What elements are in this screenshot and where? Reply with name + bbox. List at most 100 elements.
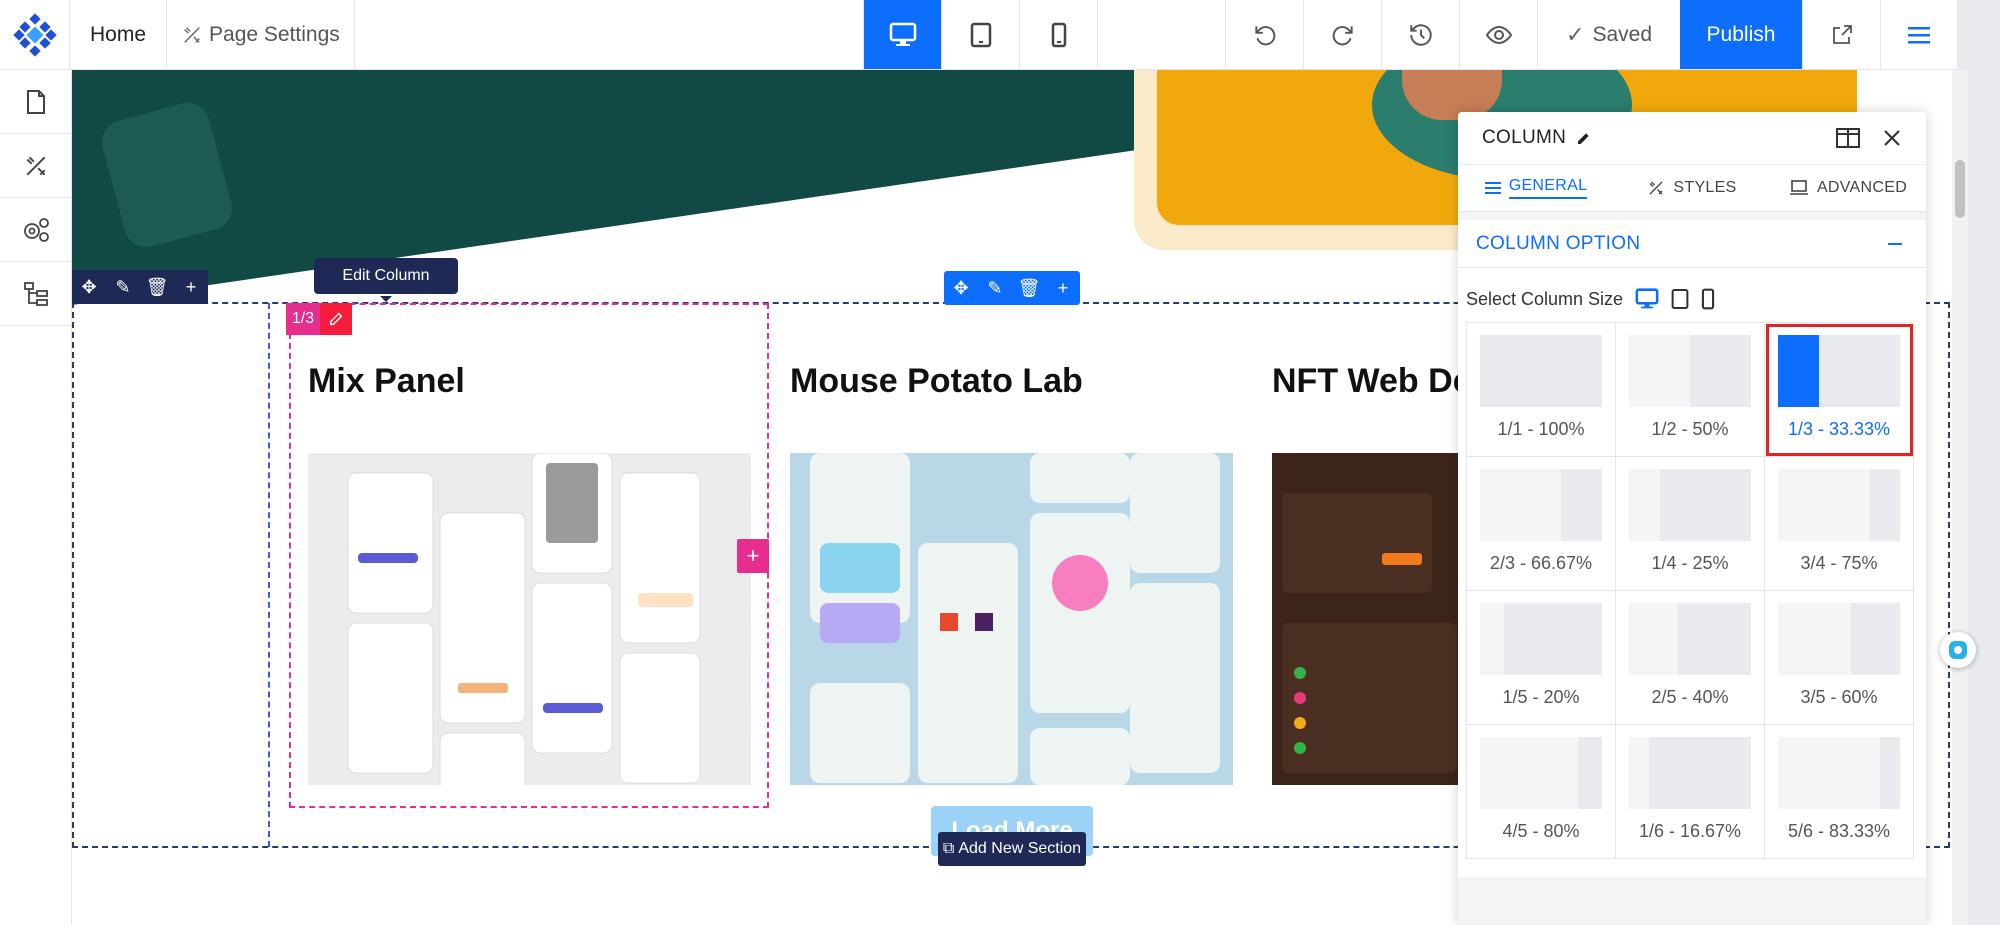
column-option-header[interactable]: COLUMN OPTION [1458,220,1926,268]
column-size-option[interactable]: 2/5 - 40% [1616,591,1765,725]
move-icon[interactable]: ✥ [944,271,978,305]
column-size-label: 1/4 - 25% [1651,553,1729,573]
delete-icon[interactable]: 🗑 [1012,271,1046,305]
delete-icon[interactable]: 🗑 [140,270,174,304]
tablet-icon [970,22,991,47]
column-option-content: Select Column Size 1/1 - 100% 1/2 - 50% 1/… [1458,268,1926,877]
pencil-icon[interactable] [1576,130,1592,146]
scrollbar-thumb[interactable] [1955,160,1965,218]
column-size-option[interactable]: 1/4 - 25% [1616,457,1765,591]
dock-layout-icon[interactable] [1836,128,1860,148]
column-size-fill [1629,737,1650,809]
tab-styles[interactable]: STYLES [1614,165,1770,211]
page-settings-button[interactable]: Page Settings [167,0,355,69]
row-toolbar: ✥ ✎ 🗑 + [944,271,1080,305]
column-size-preview [1778,737,1900,809]
column-size-fill [1629,603,1678,675]
column-size-option[interactable]: 5/6 - 83.33% [1765,725,1914,859]
move-icon[interactable]: ✥ [72,270,106,304]
column-size-fill [1480,603,1505,675]
sidebar-item-design[interactable] [0,134,71,198]
menu-button[interactable] [1880,0,1958,69]
preview-button[interactable] [1459,0,1537,69]
history-button[interactable] [1381,0,1459,69]
add-element-button[interactable]: + [737,539,769,573]
column-size-fill [1480,737,1578,809]
tools-icon [1649,181,1663,195]
tab-advanced[interactable]: ADVANCED [1770,165,1926,211]
mobile-icon [1051,22,1066,47]
column-size-option[interactable]: 1/5 - 20% [1467,591,1616,725]
mobile-icon[interactable] [1701,288,1715,310]
column-size-preview [1480,335,1602,407]
redo-button[interactable] [1303,0,1381,69]
sidebar-item-settings[interactable] [0,198,71,262]
home-link[interactable]: Home [70,0,168,69]
card-image-nft-web [1272,453,1462,785]
eye-icon [1485,25,1512,44]
assistant-floating-button[interactable] [1940,632,1976,668]
edit-icon [329,312,343,326]
add-icon[interactable]: + [174,270,208,304]
app-logo[interactable] [0,0,70,69]
card-title: Mix Panel [308,362,465,400]
column-size-fill [1480,469,1562,541]
sidebar-item-pages[interactable] [0,70,71,134]
open-external-button[interactable] [1802,0,1880,69]
desktop-view-button[interactable] [863,0,942,69]
column-size-preview [1629,469,1751,541]
column-size-label: 1/2 - 50% [1651,419,1729,439]
column-size-preview [1778,335,1900,407]
redo-icon [1332,25,1353,45]
column-size-option[interactable]: 2/3 - 66.67% [1467,457,1616,591]
column-size-fill [1480,335,1602,407]
collapse-icon[interactable] [1888,242,1902,245]
column-size-label: 1/3 - 33.33% [1787,419,1891,439]
column-size-label: 2/5 - 40% [1651,687,1729,707]
page-scrollbar[interactable] [1952,70,1968,925]
add-icon[interactable]: + [1046,271,1080,305]
column-size-preview [1629,737,1751,809]
panel-header-actions [1836,128,1902,148]
tools-icon [26,156,45,175]
panel-title-text: COLUMN [1482,127,1567,148]
column-size-label: 4/5 - 80% [1502,821,1580,841]
tablet-view-button[interactable] [941,0,1019,69]
close-icon[interactable] [1882,128,1902,148]
column-size-fill [1778,603,1852,675]
column-size-label: 1/1 - 100% [1497,419,1585,439]
column-size-option[interactable]: 1/2 - 50% [1616,323,1765,457]
undo-button[interactable] [1225,0,1303,69]
tree-structure-icon [23,281,48,306]
publish-button[interactable]: Publish [1680,0,1802,69]
layers-icon: ⧉ [942,840,955,857]
column-size-option[interactable]: 3/5 - 60% [1765,591,1914,725]
column-size-fill [1778,737,1880,809]
edit-icon[interactable]: ✎ [106,270,140,304]
column-size-option[interactable]: 1/3 - 33.33% [1765,323,1914,457]
edit-icon[interactable]: ✎ [978,271,1012,305]
tab-general[interactable]: GENERAL [1458,165,1614,211]
mobile-view-button[interactable] [1019,0,1097,69]
tab-general-label: GENERAL [1508,177,1588,199]
add-new-section-button[interactable]: ⧉ Add New Section [938,832,1086,866]
column-size-option[interactable]: 4/5 - 80% [1467,725,1616,859]
tablet-icon[interactable] [1671,288,1689,310]
column-size-option[interactable]: 1/1 - 100% [1467,323,1616,457]
column-size-option[interactable]: 1/6 - 16.67% [1616,725,1765,859]
hamburger-icon [1908,26,1930,43]
column-size-option[interactable]: 3/4 - 75% [1765,457,1914,591]
sidebar-item-navigator[interactable] [0,262,71,326]
card-image-mouse-potato-lab [790,453,1233,785]
undo-icon [1254,25,1275,45]
column-size-preview [1480,469,1602,541]
page-icon [26,89,45,114]
add-new-section-label: Add New Section [958,840,1082,857]
desktop-icon[interactable] [1635,288,1659,310]
panel-header: COLUMN [1458,112,1926,164]
panel-title: COLUMN [1482,127,1592,149]
column-size-fill [1629,335,1690,407]
column-size-label: 3/4 - 75% [1800,553,1878,573]
edit-column-button[interactable] [320,303,352,335]
